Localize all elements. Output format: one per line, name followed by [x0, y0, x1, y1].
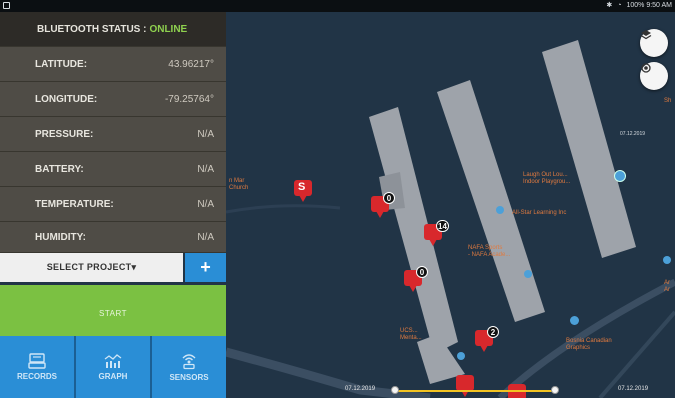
notification-icon	[3, 2, 10, 9]
marker-letter: S	[298, 181, 306, 193]
battery-label: BATTERY:	[35, 163, 84, 175]
pressure-label: PRESSURE:	[35, 128, 94, 140]
timeline-slider[interactable]: 07.12.2019 07.12.2019	[345, 385, 655, 397]
poi-icon[interactable]	[496, 206, 504, 214]
temperature-row: TEMPERATURE: N/A	[0, 187, 226, 222]
bottom-nav: RECORDS GRAPH SENSORS	[0, 336, 226, 398]
pressure-row: PRESSURE: N/A	[0, 117, 226, 152]
records-label: RECORDS	[16, 372, 57, 381]
map-marker[interactable]: 0	[371, 192, 395, 218]
humidity-row: HUMIDITY: N/A	[0, 222, 226, 253]
graph-icon	[104, 354, 122, 368]
wifi-icon: ◔	[617, 2, 622, 9]
records-button[interactable]: RECORDS	[0, 336, 74, 398]
map-marker-s[interactable]: S	[294, 180, 312, 202]
longitude-row: LONGITUDE: -79.25764°	[0, 82, 226, 117]
bluetooth-status-icon: ✱	[606, 2, 613, 9]
poi-icon[interactable]	[570, 316, 579, 325]
battery-value: N/A	[197, 163, 214, 175]
map-label-right-edge-1: Sh	[664, 98, 672, 104]
map-label-church: n Mar Church	[229, 178, 249, 191]
map-label-ucs: UCS... Menta...	[400, 328, 422, 341]
map-label-bosnia: Bosnia Canadian Graphics	[566, 338, 612, 351]
longitude-value: -79.25764°	[164, 93, 214, 105]
map-marker[interactable]: 2	[475, 326, 499, 352]
latitude-value: 43.96217°	[168, 58, 214, 70]
poi-icon[interactable]	[524, 270, 532, 278]
graph-button[interactable]: GRAPH	[76, 336, 150, 398]
map-marker[interactable]: 14	[424, 220, 449, 246]
building-3	[542, 40, 636, 258]
status-bar-text: 100% 9:50 AM	[626, 2, 672, 9]
pressure-value: N/A	[197, 128, 214, 140]
marker-count-badge: 0	[416, 266, 428, 278]
humidity-value: N/A	[197, 231, 214, 243]
poi-icon[interactable]	[663, 256, 671, 264]
latitude-label: LATITUDE:	[35, 58, 88, 70]
bluetooth-status-value: ONLINE	[149, 23, 188, 35]
bluetooth-status-row: BLUETOOTH STATUS : ONLINE	[0, 12, 226, 47]
map-label-right-edge-2: Ar Ar	[664, 280, 670, 293]
timeline-start-handle[interactable]	[391, 386, 399, 394]
select-project-dropdown[interactable]: SELECT PROJECT▾	[0, 253, 183, 282]
latitude-row: LATITUDE: 43.96217°	[0, 47, 226, 82]
poi-icon[interactable]	[457, 352, 465, 360]
app-screen: ✱ ◔ 100% 9:50 AM n Mar Church Laugh Out …	[0, 0, 675, 398]
project-row: SELECT PROJECT▾ +	[0, 253, 226, 282]
records-icon	[28, 353, 46, 369]
marker-count-badge: 2	[487, 326, 499, 338]
add-project-button[interactable]: +	[185, 253, 226, 282]
timeline-range-bar	[395, 390, 555, 392]
map-date-tag: 07.12.2019	[620, 131, 646, 137]
longitude-label: LONGITUDE:	[35, 93, 98, 105]
humidity-label: HUMIDITY:	[35, 231, 86, 243]
timeline-end-handle[interactable]	[551, 386, 559, 394]
sensors-icon	[182, 354, 196, 370]
map-marker[interactable]: 0	[404, 266, 428, 292]
my-location-icon	[641, 63, 651, 73]
map-label-nafa: NAFA Sports - NAFA Acade...	[468, 245, 511, 258]
battery-row: BATTERY: N/A	[0, 152, 226, 187]
side-panel: BLUETOOTH STATUS : ONLINE LATITUDE: 43.9…	[0, 12, 226, 398]
sensors-label: SENSORS	[169, 373, 209, 382]
sensors-button[interactable]: SENSORS	[152, 336, 226, 398]
marker-count-badge: 0	[383, 192, 395, 204]
map-label-all-star: All-Star Learning Inc	[512, 210, 567, 216]
building-2	[437, 80, 545, 322]
map-label-laugh-out-loud: Laugh Out Lou... Indoor Playgrou...	[523, 172, 571, 185]
layers-icon	[640, 30, 652, 40]
poi-icon[interactable]	[614, 170, 626, 182]
bluetooth-status-label: BLUETOOTH STATUS :	[37, 23, 147, 35]
temperature-label: TEMPERATURE:	[35, 198, 114, 210]
my-location-button[interactable]	[640, 62, 668, 90]
timeline-end-date: 07.12.2019	[618, 386, 649, 392]
start-button[interactable]: START	[0, 285, 226, 341]
timeline-start-date: 07.12.2019	[345, 386, 376, 392]
graph-label: GRAPH	[98, 372, 128, 381]
temperature-value: N/A	[197, 198, 214, 210]
marker-count-badge: 14	[436, 220, 449, 232]
status-bar: ✱ ◔ 100% 9:50 AM	[0, 0, 675, 12]
layers-button[interactable]	[640, 29, 668, 57]
